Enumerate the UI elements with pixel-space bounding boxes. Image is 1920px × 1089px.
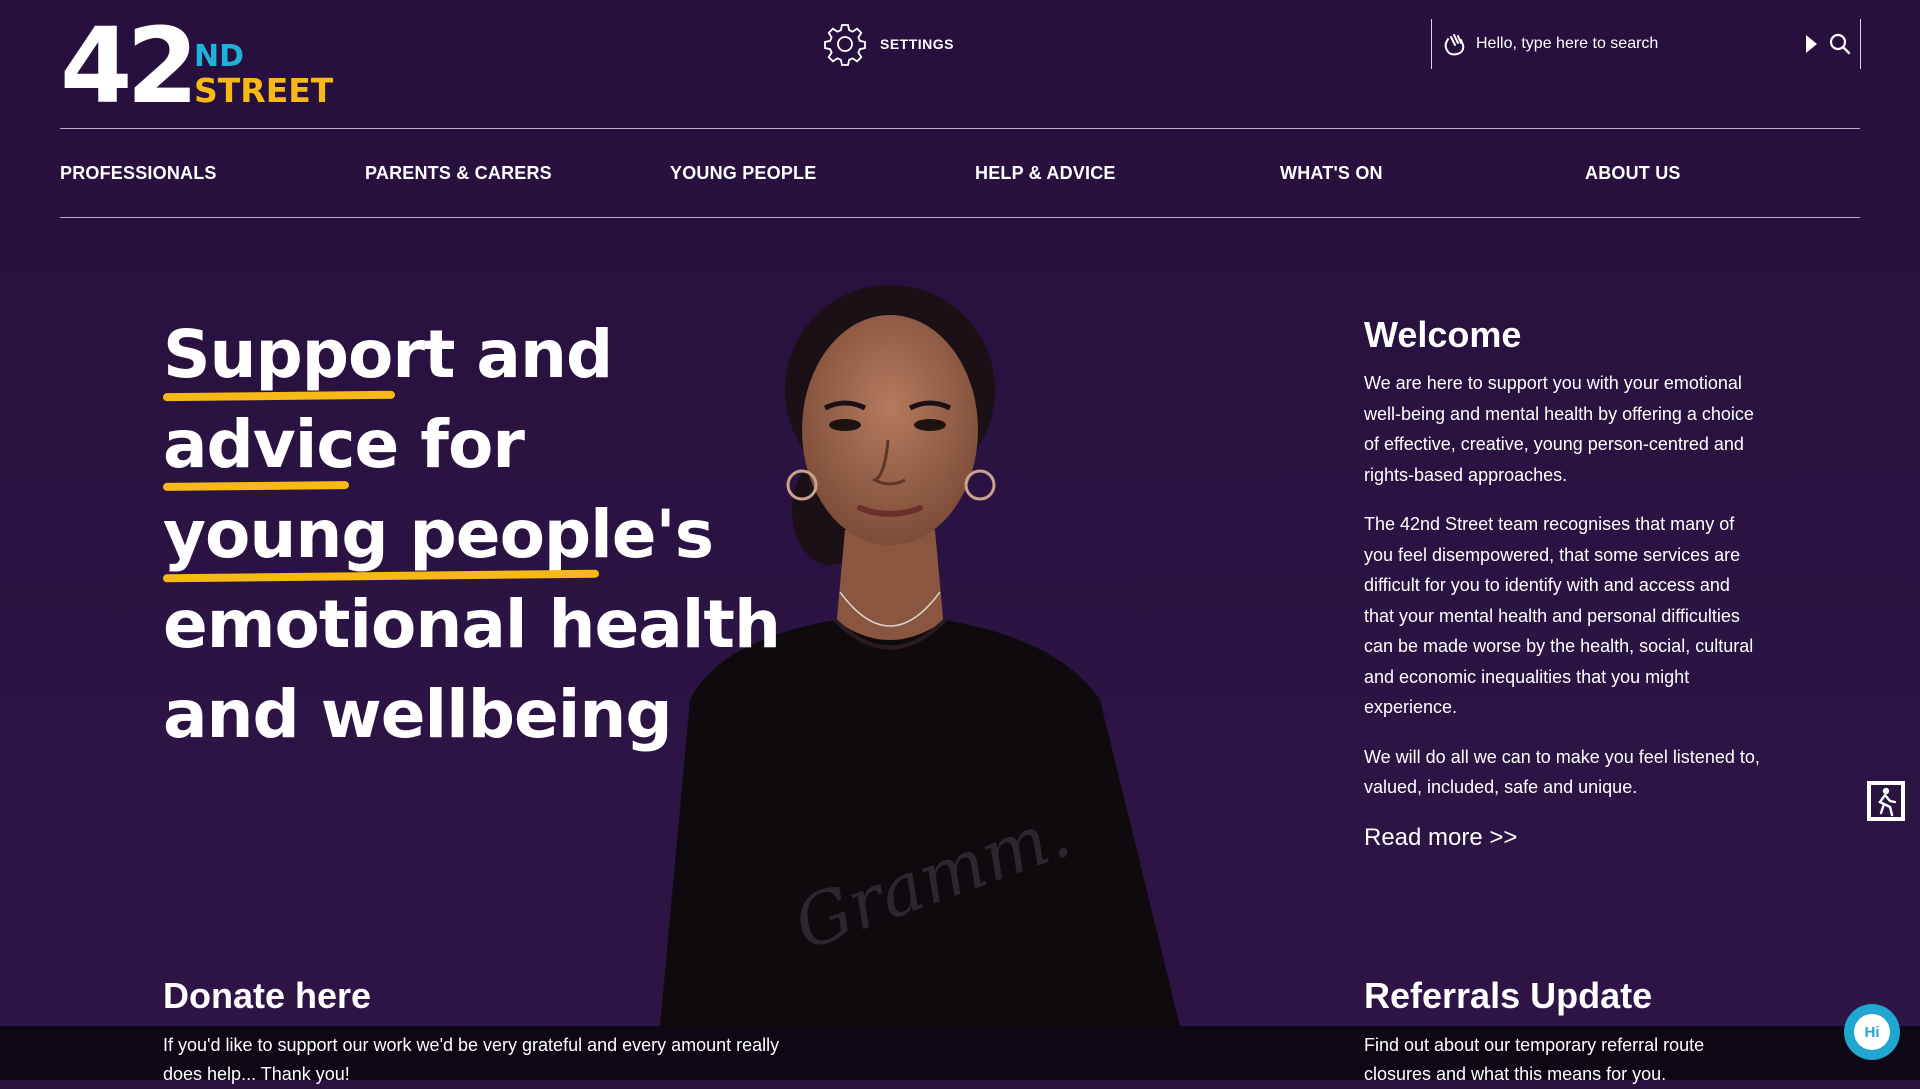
nav-item-professionals[interactable]: PROFESSIONALS xyxy=(60,163,217,184)
read-more-link[interactable]: Read more >> xyxy=(1364,824,1517,852)
headline-line: emotional health xyxy=(163,586,781,663)
logo-number: 42 xyxy=(60,5,199,127)
headline-line: Support and xyxy=(162,310,723,402)
nav-item-parents-carers[interactable]: PARENTS & CARERS xyxy=(365,163,552,184)
search-icon[interactable] xyxy=(1829,33,1851,55)
nav-item-help-advice[interactable]: HELP & ADVICE xyxy=(975,163,1116,184)
quick-exit-icon[interactable] xyxy=(1866,780,1906,822)
logo-nd: ND xyxy=(194,39,245,74)
search-input[interactable] xyxy=(1474,34,1798,54)
chat-icon: Hi xyxy=(1854,1014,1890,1050)
headline-line: advice for xyxy=(162,400,723,491)
welcome-paragraph: We are here to support you with your emo… xyxy=(1364,373,1754,485)
donate-title[interactable]: Donate here xyxy=(163,975,803,1017)
referrals-text: Find out about our temporary referral ro… xyxy=(1364,1035,1705,1084)
gear-icon xyxy=(824,24,866,66)
welcome-paragraph: The 42nd Street team recognises that man… xyxy=(1364,514,1754,717)
nav-item-young-people[interactable]: YOUNG PEOPLE xyxy=(670,163,816,184)
hero-headline: Support and advice for young people's em… xyxy=(162,310,781,760)
search-bar xyxy=(1431,19,1861,69)
nav-item-whats-on[interactable]: WHAT'S ON xyxy=(1280,163,1383,184)
site-logo[interactable]: 42 ND STREET xyxy=(60,14,334,118)
headline-line: young people's xyxy=(162,490,723,583)
donate-section: Donate here If you'd like to support our… xyxy=(163,975,803,1089)
referrals-title[interactable]: Referrals Update xyxy=(1364,975,1764,1017)
donate-text: If you'd like to support our work we'd b… xyxy=(163,1035,780,1084)
wave-hand-icon xyxy=(1444,34,1465,56)
welcome-paragraph: We will do all we can to make you feel l… xyxy=(1364,746,1760,798)
site-header: 42 ND STREET SETTINGS PROFESSIONALS PARE… xyxy=(0,0,1920,220)
settings-label: SETTINGS xyxy=(880,36,955,52)
welcome-title: Welcome xyxy=(1364,314,1522,355)
chat-button[interactable]: Hi xyxy=(1844,1004,1900,1060)
welcome-section: Welcome We are here to support you with … xyxy=(1364,314,1764,852)
referrals-section: Referrals Update Find out about our temp… xyxy=(1364,975,1764,1089)
settings-button[interactable]: SETTINGS xyxy=(822,20,954,68)
headline-line: and wellbeing xyxy=(163,676,673,753)
play-icon[interactable] xyxy=(1806,35,1817,53)
main-navigation: PROFESSIONALS PARENTS & CARERS YOUNG PEO… xyxy=(60,128,1860,218)
logo-street: STREET xyxy=(194,71,334,110)
nav-item-about-us[interactable]: ABOUT US xyxy=(1585,163,1681,184)
